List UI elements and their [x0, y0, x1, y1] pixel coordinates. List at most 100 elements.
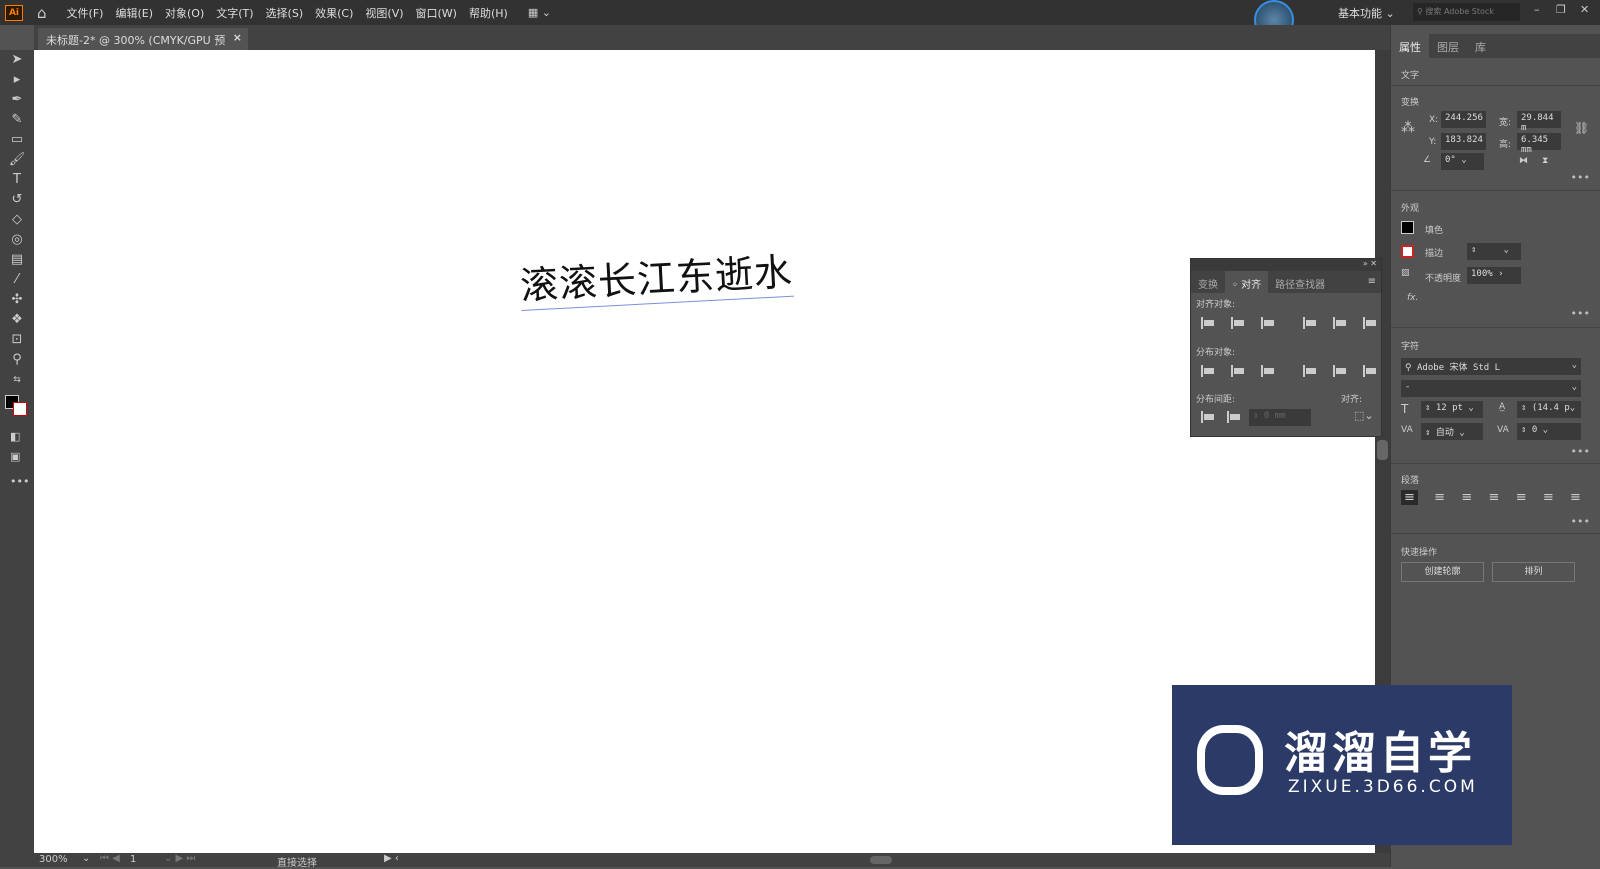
rectangle-tool-icon[interactable]: ▭	[0, 130, 34, 150]
distribute-vertical-space-icon[interactable]	[1201, 411, 1215, 423]
align-center-icon[interactable]: ≡	[1434, 490, 1445, 505]
reference-point-icon[interactable]: ⁂	[1401, 120, 1415, 136]
eraser-tool-icon[interactable]: ◇	[0, 210, 34, 230]
align-vertical-center-icon[interactable]	[1333, 317, 1347, 329]
tab-pathfinder[interactable]: 路径查找器	[1268, 271, 1332, 293]
close-tab-icon[interactable]: ×	[233, 31, 242, 44]
draw-mode-icon[interactable]: ◧	[10, 430, 20, 443]
flip-horizontal-icon[interactable]: ⧓	[1519, 156, 1528, 166]
panel-menu-icon[interactable]: ≡	[1363, 271, 1381, 293]
screen-mode-icon[interactable]: ▣	[10, 450, 20, 463]
font-size-field[interactable]: ⇕ 12 pt ⌄	[1421, 401, 1483, 418]
justify-all-icon[interactable]: ≡	[1570, 490, 1581, 505]
leading-field[interactable]: ⇕ (14.4 p⌄	[1517, 401, 1581, 418]
opacity-label[interactable]: 不透明度	[1425, 271, 1461, 284]
tracking-field[interactable]: ⇕ 0 ⌄	[1517, 423, 1581, 440]
tab-libraries[interactable]: 库	[1467, 34, 1494, 58]
fill-color-swatch[interactable]	[1401, 221, 1414, 234]
menu-type[interactable]: 文字(T)	[216, 5, 253, 21]
align-right-icon[interactable]: ≡	[1461, 490, 1472, 505]
zoom-level[interactable]: 300%	[39, 854, 68, 865]
rotate-tool-icon[interactable]: ↺	[0, 190, 34, 210]
rotate-angle-field[interactable]: 0° ⌄	[1441, 153, 1484, 170]
tab-align[interactable]: ◦ 对齐	[1225, 271, 1269, 293]
restore-button[interactable]: ❐	[1556, 3, 1566, 16]
constrain-proportions-icon[interactable]: ⛓	[1574, 121, 1589, 135]
menu-effect[interactable]: 效果(C)	[315, 5, 353, 21]
menu-object[interactable]: 对象(O)	[165, 5, 204, 21]
justify-center-icon[interactable]: ≡	[1516, 490, 1527, 505]
stroke-weight-field[interactable]: ⇕ ⌄	[1467, 243, 1521, 260]
menu-select[interactable]: 选择(S)	[266, 5, 304, 21]
stroke-swatch[interactable]	[13, 402, 27, 416]
arrange-button[interactable]: 排列	[1492, 562, 1575, 582]
document-tab[interactable]: 未标题-2* @ 300% (CMYK/GPU 预览)×	[38, 28, 248, 63]
more-options-icon[interactable]: •••	[1571, 171, 1590, 184]
stock-search-input[interactable]: ⚲ 搜索 Adobe Stock	[1413, 3, 1520, 21]
home-icon[interactable]: ⌂	[37, 4, 47, 22]
minimize-button[interactable]: –	[1534, 3, 1540, 16]
menu-view[interactable]: 视图(V)	[365, 5, 403, 21]
align-bottom-edge-icon[interactable]	[1363, 317, 1377, 329]
eyedropper-tool-icon[interactable]: ⁄	[0, 270, 34, 290]
more-options-icon[interactable]: •••	[1571, 515, 1590, 528]
spacing-field[interactable]: ⇕ 0 mm	[1249, 409, 1311, 426]
paintbrush-tool-icon[interactable]: 🖌	[0, 150, 34, 170]
menu-help[interactable]: 帮助(H)	[469, 5, 508, 21]
direct-selection-tool-icon[interactable]: ▸	[0, 70, 34, 90]
tab-properties[interactable]: 属性	[1391, 34, 1429, 58]
distribute-left-icon[interactable]	[1303, 365, 1317, 377]
puppet-warp-tool-icon[interactable]: ✣	[0, 290, 34, 310]
distribute-vertical-center-icon[interactable]	[1231, 365, 1245, 377]
justify-right-icon[interactable]: ≡	[1543, 490, 1554, 505]
artboard-next-icon[interactable]: ⌄ ▶ ⏭	[164, 853, 195, 864]
y-field[interactable]: 183.824	[1441, 133, 1486, 150]
align-left-icon[interactable]: ≡	[1401, 490, 1418, 505]
align-to-dropdown-icon[interactable]: ⬚⌄	[1354, 409, 1374, 422]
curvature-tool-icon[interactable]: ✎	[0, 110, 34, 130]
layout-switcher-icon[interactable]: ▦ ⌄	[528, 6, 551, 19]
x-field[interactable]: 244.256	[1441, 111, 1486, 128]
opacity-field[interactable]: 100% ›	[1467, 267, 1521, 284]
artboard-nav-icon[interactable]: ⏮ ◀	[100, 853, 120, 864]
type-tool-icon[interactable]: T	[0, 170, 34, 190]
stroke-color-swatch[interactable]	[1401, 245, 1414, 258]
distribute-horizontal-center-icon[interactable]	[1333, 365, 1347, 377]
width-field[interactable]: 29.844 m	[1517, 111, 1561, 133]
menu-file[interactable]: 文件(F)	[67, 5, 104, 21]
artboard-tool-icon[interactable]: ⊡	[0, 330, 34, 350]
align-horizontal-center-icon[interactable]	[1231, 317, 1245, 329]
swap-colors-icon[interactable]: ⇆	[0, 370, 34, 390]
shape-builder-tool-icon[interactable]: ◎	[0, 230, 34, 250]
font-style-field[interactable]: - ⌄	[1401, 380, 1581, 397]
align-right-edge-icon[interactable]	[1261, 317, 1275, 329]
font-family-field[interactable]: ⚲ Adobe 宋体 Std L ⌄	[1401, 358, 1581, 375]
zoom-dropdown-icon[interactable]: ⌄	[82, 853, 90, 864]
kerning-field[interactable]: ⇕ 自动 ⌄	[1421, 423, 1483, 440]
more-tools-icon[interactable]: •••	[10, 475, 29, 488]
close-window-button[interactable]: ✕	[1580, 3, 1589, 16]
flip-vertical-icon[interactable]: ⧗	[1542, 156, 1548, 166]
distribute-right-icon[interactable]	[1363, 365, 1377, 377]
tab-transform[interactable]: 变换	[1191, 271, 1225, 293]
more-options-icon[interactable]: •••	[1571, 445, 1590, 458]
horizontal-scrollbar[interactable]	[870, 856, 892, 864]
selection-tool-icon[interactable]: ➤	[0, 50, 34, 70]
distribute-horizontal-space-icon[interactable]	[1227, 411, 1241, 423]
status-menu-icon[interactable]: ▶ ‹	[384, 853, 399, 864]
distribute-top-icon[interactable]	[1201, 365, 1215, 377]
align-top-edge-icon[interactable]	[1303, 317, 1317, 329]
more-options-icon[interactable]: •••	[1571, 307, 1590, 320]
tab-layers[interactable]: 图层	[1429, 34, 1467, 58]
symbol-sprayer-tool-icon[interactable]: ❖	[0, 310, 34, 330]
fx-icon[interactable]: fx.	[1407, 293, 1418, 303]
menu-window[interactable]: 窗口(W)	[416, 5, 457, 21]
create-outlines-button[interactable]: 创建轮廓	[1401, 562, 1484, 582]
artboard-number[interactable]: 1	[130, 854, 136, 865]
panel-header[interactable]: » ✕	[1191, 259, 1381, 271]
distribute-bottom-icon[interactable]	[1261, 365, 1275, 377]
align-left-edge-icon[interactable]	[1201, 317, 1215, 329]
pen-tool-icon[interactable]: ✒	[0, 90, 34, 110]
justify-left-icon[interactable]: ≡	[1489, 490, 1500, 505]
workspace-switcher[interactable]: 基本功能 ⌄	[1338, 5, 1395, 21]
